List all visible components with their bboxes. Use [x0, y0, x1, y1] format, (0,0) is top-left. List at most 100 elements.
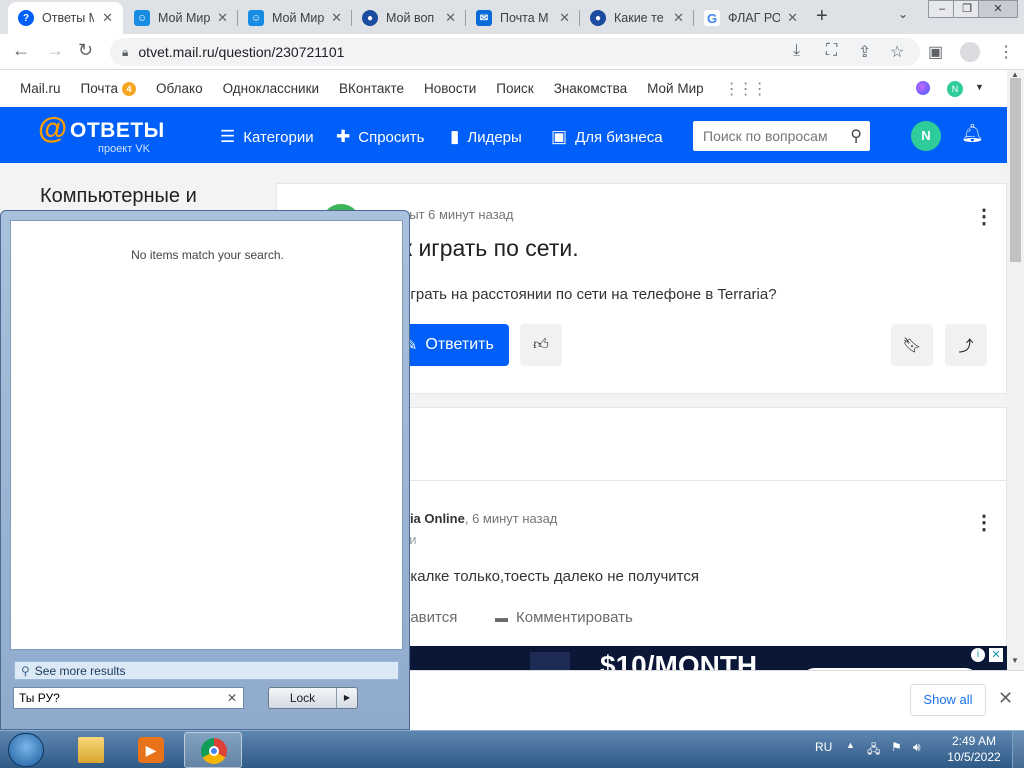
install-icon[interactable]: ⤓: [793, 42, 800, 60]
bookmark-button[interactable]: 🔖︎: [891, 324, 933, 366]
power-options-arrow-icon[interactable]: ▶: [337, 688, 357, 708]
close-icon[interactable]: ✕: [787, 10, 798, 26]
back-icon[interactable]: ←: [12, 40, 30, 61]
more-options-icon[interactable]: ⋮: [974, 510, 994, 535]
close-icon[interactable]: ✕: [445, 10, 456, 26]
minimize-button[interactable]: –: [928, 0, 956, 18]
show-desktop-button[interactable]: [1012, 731, 1024, 768]
share-icon[interactable]: ⇪: [858, 42, 871, 62]
logo-text: ОТВЕТЫ: [70, 119, 165, 142]
see-more-results-link[interactable]: ⚲ See more results: [14, 661, 399, 680]
nav-leaders[interactable]: ▮ Лидеры: [450, 127, 522, 147]
answer-time: , 6 минут назад: [464, 511, 558, 526]
nav-business[interactable]: ▣ Для бизнеса: [551, 127, 663, 147]
portal-link-moimir[interactable]: Мой Мир: [647, 81, 704, 96]
close-icon[interactable]: ✕: [673, 10, 684, 26]
answer-button[interactable]: ✎ Ответить: [394, 324, 509, 366]
restore-button[interactable]: ❐: [953, 0, 981, 18]
volume-icon[interactable]: 🔊︎: [913, 740, 921, 755]
portal-link-label: Почта: [80, 81, 119, 96]
close-icon[interactable]: ✕: [331, 10, 342, 26]
otvety-icon: ●: [362, 10, 378, 26]
action-center-icon[interactable]: ⚑: [891, 740, 902, 754]
side-panel-icon[interactable]: ▣: [928, 42, 943, 62]
forward-icon[interactable]: →: [46, 40, 64, 61]
tab-moi-vopros[interactable]: ● Мой воп ✕: [352, 4, 466, 32]
scroll-down-icon[interactable]: ▼: [1011, 656, 1019, 665]
scrollbar-thumb[interactable]: [1010, 78, 1021, 262]
logo-at-icon: @: [38, 112, 68, 145]
language-indicator[interactable]: RU: [815, 740, 832, 754]
question-title: к играть по сети.: [402, 235, 579, 261]
portal-link-news[interactable]: Новости: [424, 81, 476, 96]
share-button[interactable]: ⤴: [945, 324, 987, 366]
search-icon[interactable]: ⚲: [850, 126, 862, 146]
portal-link-pochta[interactable]: Почта 4: [81, 81, 137, 96]
bookmark-icon: 🔖︎: [902, 337, 922, 354]
otvety-logo[interactable]: @ ОТВЕТЫ проект VK: [38, 114, 164, 156]
close-icon[interactable]: ✕: [559, 10, 570, 26]
start-menu: No items match your search. ⚲ See more r…: [0, 210, 410, 730]
like-question-button[interactable]: 👍︎: [520, 324, 562, 366]
more-options-icon[interactable]: ⋮: [974, 204, 994, 229]
tab-search-chevron-icon[interactable]: ⌄: [898, 7, 908, 21]
taskbar: ▶ RU ▲ 🖧︎ ⚑ 🔊︎ 2:49 AM 10/5/2022: [0, 730, 1024, 768]
portal-avatar[interactable]: N: [947, 81, 963, 97]
question-search-input[interactable]: Поиск по вопросам ⚲: [693, 121, 870, 151]
nav-label: Категории: [243, 128, 314, 146]
network-icon[interactable]: 🖧︎: [867, 740, 880, 761]
clear-search-icon[interactable]: ✕: [227, 688, 237, 708]
tab-otvety[interactable]: ? Ответы M ✕: [8, 2, 123, 34]
taskbar-chrome[interactable]: [184, 732, 242, 768]
start-search-input[interactable]: Ты РУ? ✕: [13, 687, 244, 709]
tab-pochta[interactable]: ✉ Почта M ✕: [466, 4, 580, 32]
close-download-bar-icon[interactable]: ✕: [998, 688, 1013, 709]
category-title[interactable]: Компьютерные и: [40, 185, 197, 208]
comment-button[interactable]: ▬ Комментировать: [495, 609, 633, 626]
tab-kakie[interactable]: ● Какие те ✕: [580, 4, 694, 32]
profile-icon[interactable]: [960, 42, 980, 62]
briefcase-icon: ▣: [551, 127, 568, 146]
nav-ask[interactable]: ✚ Спросить: [336, 127, 424, 147]
tab-google[interactable]: G ФЛАГ РО ✕: [694, 4, 808, 32]
show-all-downloads-button[interactable]: Show all: [910, 684, 986, 716]
answer-author-line: nia Online, 6 минут назад: [402, 511, 557, 526]
user-avatar[interactable]: N: [911, 121, 941, 151]
close-window-button[interactable]: ✕: [978, 0, 1018, 18]
portal-link-mailru[interactable]: Mail.ru: [20, 81, 61, 96]
close-icon[interactable]: ✕: [217, 10, 228, 26]
page-scrollbar[interactable]: ▲ ▼: [1007, 70, 1024, 670]
comment-icon: ▬: [495, 610, 508, 625]
tab-moimir-2[interactable]: ☺ Мой Мир ✕: [238, 4, 352, 32]
portal-link-ok[interactable]: Одноклассники: [223, 81, 319, 96]
menu-icon[interactable]: ⋮: [998, 42, 1014, 62]
portal-link-oblako[interactable]: Облако: [156, 81, 203, 96]
like-answer-button[interactable]: равится: [402, 609, 457, 626]
nav-categories[interactable]: ☰ Категории: [220, 127, 314, 147]
marusia-icon[interactable]: [916, 81, 930, 95]
question-meta: рыт 6 минут назад: [402, 207, 514, 222]
reload-icon[interactable]: ↻: [78, 40, 93, 61]
portal-link-dating[interactable]: Знакомства: [554, 81, 627, 96]
bell-icon[interactable]: 🔔︎: [961, 123, 984, 144]
taskbar-explorer[interactable]: [62, 732, 120, 768]
ad-info-icon[interactable]: i: [971, 648, 985, 662]
portal-link-search[interactable]: Поиск: [496, 81, 533, 96]
chevron-down-icon[interactable]: ▼: [975, 82, 984, 92]
mail-icon: ✉: [476, 10, 492, 26]
lock-button[interactable]: Lock ▶: [268, 687, 358, 709]
portal-link-vk[interactable]: ВКонтакте: [339, 81, 404, 96]
search-query-text: Ты РУ?: [19, 691, 60, 705]
close-icon[interactable]: ✕: [102, 10, 113, 26]
translate-icon[interactable]: ⛶: [826, 42, 837, 60]
taskbar-media-player[interactable]: ▶: [122, 732, 180, 768]
new-tab-button[interactable]: +: [816, 5, 828, 28]
bookmark-star-icon[interactable]: ☆: [890, 42, 904, 62]
tab-moimir-1[interactable]: ☺ Мой Мир ✕: [124, 4, 238, 32]
answer-author[interactable]: nia Online: [402, 511, 465, 526]
tray-chevron-icon[interactable]: ▲: [846, 740, 855, 750]
ad-close-icon[interactable]: ✕: [989, 648, 1003, 662]
start-button[interactable]: [8, 733, 44, 767]
apps-grid-icon[interactable]: ⋮⋮⋮: [724, 79, 768, 99]
clock[interactable]: 2:49 AM 10/5/2022: [944, 733, 1004, 765]
